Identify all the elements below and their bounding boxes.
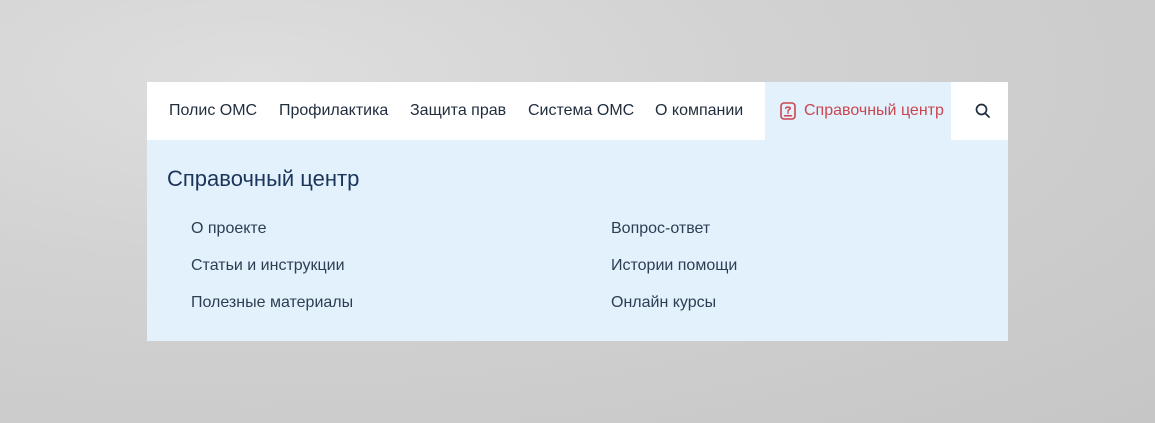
help-center-icon bbox=[780, 102, 796, 120]
section-title: Справочный центр bbox=[167, 166, 360, 191]
link-useful-materials[interactable]: Полезные материалы bbox=[191, 294, 353, 312]
nav-item-help-center[interactable]: Справочный центр bbox=[765, 82, 951, 140]
link-faq[interactable]: Вопрос-ответ bbox=[611, 220, 710, 238]
nav-item-system[interactable]: Система ОМС bbox=[528, 82, 634, 140]
nav-item-policy[interactable]: Полис ОМС bbox=[169, 82, 257, 140]
help-center-menu: Полис ОМС Профилактика Защита прав Систе… bbox=[147, 82, 1008, 341]
link-about-project[interactable]: О проекте bbox=[191, 220, 266, 238]
nav-item-help-center-label: Справочный центр bbox=[804, 102, 944, 119]
link-articles-instructions[interactable]: Статьи и инструкции bbox=[191, 257, 345, 275]
link-help-stories[interactable]: Истории помощи bbox=[611, 257, 737, 275]
nav-item-company[interactable]: О компании bbox=[655, 82, 743, 140]
nav-item-prevention[interactable]: Профилактика bbox=[279, 82, 388, 140]
top-navigation: Полис ОМС Профилактика Защита прав Систе… bbox=[147, 82, 1008, 140]
search-icon[interactable] bbox=[973, 101, 993, 121]
nav-item-rights[interactable]: Защита прав bbox=[410, 82, 506, 140]
link-online-courses[interactable]: Онлайн курсы bbox=[611, 294, 716, 312]
